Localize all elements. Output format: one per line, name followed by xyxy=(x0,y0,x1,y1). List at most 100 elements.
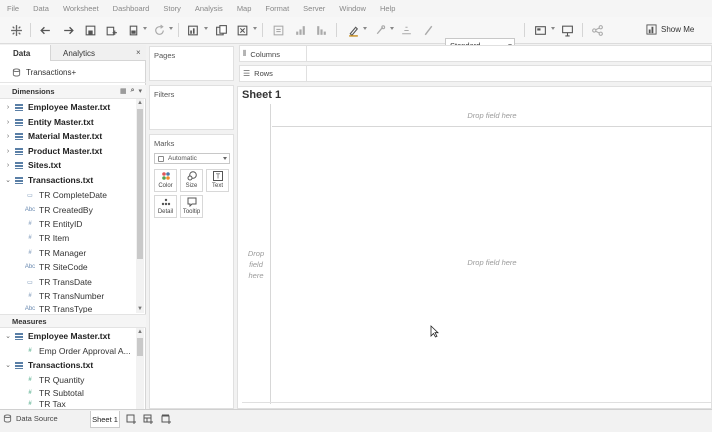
new-worksheet-tab-icon[interactable] xyxy=(126,414,137,425)
new-worksheet-icon[interactable] xyxy=(185,22,201,38)
field-tr-sitecode[interactable]: Abc TR SiteCode xyxy=(0,260,136,274)
size-button[interactable]: Size xyxy=(180,169,203,192)
measures-scrollbar[interactable]: ▲ xyxy=(136,328,144,409)
redo-icon[interactable] xyxy=(60,22,76,38)
menu-story[interactable]: Story xyxy=(163,4,181,13)
field-tr-createdby[interactable]: Abc TR CreatedBy xyxy=(0,203,136,217)
scroll-up-icon[interactable]: ▲ xyxy=(137,329,143,335)
menu-map[interactable]: Map xyxy=(237,4,252,13)
tab-data[interactable]: Data xyxy=(0,45,50,61)
field-tr-transdate[interactable]: ▭ TR TransDate xyxy=(0,275,136,289)
drop-zone-rows[interactable]: Drop field here xyxy=(242,248,270,281)
table-employee-master-measures[interactable]: ⌄ Employee Master.txt xyxy=(0,329,136,343)
show-cards-dropdown-arrow[interactable] xyxy=(551,27,555,30)
menu-window[interactable]: Window xyxy=(339,4,366,13)
dimensions-scrollbar[interactable]: ▲ ▼ xyxy=(136,99,144,313)
menu-help[interactable]: Help xyxy=(380,4,395,13)
new-worksheet-dropdown-arrow[interactable] xyxy=(204,27,208,30)
pause-updates-icon[interactable] xyxy=(125,22,141,38)
tab-analytics[interactable]: Analytics xyxy=(50,45,146,61)
field-tr-tax[interactable]: # TR Tax xyxy=(0,398,136,409)
view-canvas[interactable] xyxy=(237,86,712,409)
show-labels-icon[interactable] xyxy=(398,22,414,38)
table-product-master[interactable]: › Product Master.txt xyxy=(0,144,136,158)
highlight-icon[interactable] xyxy=(345,22,361,38)
color-button[interactable]: Color xyxy=(154,169,177,192)
pages-card[interactable]: Pages xyxy=(149,46,234,81)
show-me-button[interactable]: Show Me xyxy=(646,24,694,35)
close-icon[interactable]: × xyxy=(136,48,141,57)
sheet-title[interactable]: Sheet 1 xyxy=(242,89,281,101)
refresh-icon[interactable] xyxy=(151,22,167,38)
rows-shelf[interactable]: ☰ Rows xyxy=(239,65,712,82)
menu-analysis[interactable]: Analysis xyxy=(195,4,223,13)
clear-dropdown-arrow[interactable] xyxy=(253,27,257,30)
undo-icon[interactable] xyxy=(37,22,53,38)
scrollbar-thumb[interactable] xyxy=(137,338,143,356)
search-icon[interactable]: ⌕ xyxy=(131,87,135,95)
sort-descending-icon[interactable] xyxy=(313,22,329,38)
data-source-tab[interactable]: Data Source xyxy=(3,414,58,423)
table-material-master[interactable]: › Material Master.txt xyxy=(0,129,136,143)
group-members-icon[interactable] xyxy=(372,22,388,38)
refresh-dropdown-arrow[interactable] xyxy=(169,27,173,30)
field-tr-manager[interactable]: # TR Manager xyxy=(0,246,136,260)
scroll-down-icon[interactable]: ▼ xyxy=(137,306,143,312)
field-tr-transnumber[interactable]: # TR TransNumber xyxy=(0,289,136,303)
swap-rows-columns-icon[interactable] xyxy=(270,22,286,38)
pause-dropdown-arrow[interactable] xyxy=(143,27,147,30)
marks-type-select[interactable]: Automatic xyxy=(154,153,230,164)
menu-dashboard[interactable]: Dashboard xyxy=(113,4,150,13)
new-data-source-icon[interactable] xyxy=(103,22,119,38)
group-dropdown-arrow[interactable] xyxy=(390,27,394,30)
sheet-tab-sheet1[interactable]: Sheet 1 xyxy=(90,411,120,428)
fix-axes-icon[interactable] xyxy=(420,22,436,38)
collapse-icon[interactable]: ⌄ xyxy=(4,176,12,184)
field-tr-completedate[interactable]: ▭ TR CompleteDate xyxy=(0,188,136,202)
field-tr-transtype[interactable]: Abc TR TransType xyxy=(0,304,136,313)
expand-icon[interactable]: › xyxy=(4,133,12,140)
detail-button[interactable]: Detail xyxy=(154,195,177,218)
field-tr-quantity[interactable]: # TR Quantity xyxy=(0,373,136,387)
datasource-item[interactable]: Transactions+ xyxy=(0,62,146,83)
text-button[interactable]: T Text xyxy=(206,169,229,192)
table-employee-master[interactable]: › Employee Master.txt xyxy=(0,100,136,114)
field-tr-item[interactable]: # TR Item xyxy=(0,231,136,245)
new-story-tab-icon[interactable] xyxy=(161,414,172,425)
filters-card[interactable]: Filters xyxy=(149,85,234,130)
table-entity-master[interactable]: › Entity Master.txt xyxy=(0,115,136,129)
expand-icon[interactable]: › xyxy=(4,119,12,126)
field-emp-order-approval[interactable]: # Emp Order Approval A... xyxy=(0,344,136,358)
columns-shelf[interactable]: ⫴ Columns xyxy=(239,45,712,62)
field-tr-entityid[interactable]: # TR EntityID xyxy=(0,217,136,231)
tooltip-button[interactable]: Tooltip xyxy=(180,195,203,218)
menu-format[interactable]: Format xyxy=(265,4,289,13)
tableau-logo-icon[interactable] xyxy=(8,22,24,38)
presentation-mode-icon[interactable] xyxy=(559,22,575,38)
collapse-icon[interactable]: ⌄ xyxy=(4,332,12,340)
chevron-down-icon[interactable]: ▾ xyxy=(138,87,142,95)
menu-worksheet[interactable]: Worksheet xyxy=(63,4,99,13)
scrollbar-thumb[interactable] xyxy=(137,109,143,259)
sort-ascending-icon[interactable] xyxy=(292,22,308,38)
share-icon[interactable] xyxy=(589,22,605,38)
save-icon[interactable] xyxy=(82,22,98,38)
show-cards-icon[interactable] xyxy=(532,22,548,38)
menu-file[interactable]: File xyxy=(7,4,19,13)
view-icon[interactable]: ▦ xyxy=(120,87,127,95)
expand-icon[interactable]: › xyxy=(4,148,12,155)
new-dashboard-tab-icon[interactable] xyxy=(143,414,154,425)
table-transactions[interactable]: ⌄ Transactions.txt xyxy=(0,173,136,187)
clear-sheet-icon[interactable] xyxy=(234,22,250,38)
drop-zone-columns[interactable]: Drop field here xyxy=(272,104,712,127)
drop-zone-center[interactable]: Drop field here xyxy=(272,258,712,267)
highlight-dropdown-arrow[interactable] xyxy=(363,27,367,30)
scroll-up-icon[interactable]: ▲ xyxy=(137,100,143,106)
duplicate-sheet-icon[interactable] xyxy=(213,22,229,38)
menu-server[interactable]: Server xyxy=(303,4,325,13)
expand-icon[interactable]: › xyxy=(4,162,12,169)
expand-icon[interactable]: › xyxy=(4,104,12,111)
table-transactions-measures[interactable]: ⌄ Transactions.txt xyxy=(0,358,136,372)
table-sites[interactable]: › Sites.txt xyxy=(0,158,136,172)
menu-data[interactable]: Data xyxy=(33,4,49,13)
